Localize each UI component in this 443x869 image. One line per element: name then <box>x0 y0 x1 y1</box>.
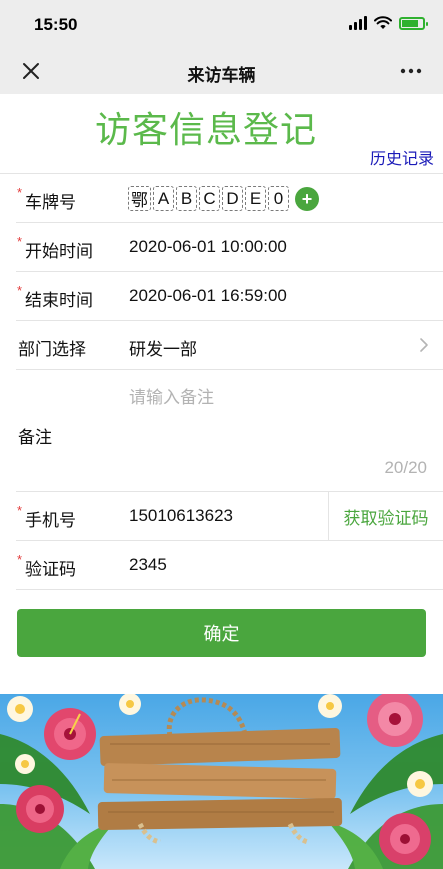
start-time-label-text: 开始时间 <box>25 242 93 261</box>
visitor-form: * 车牌号 鄂 A B C D E 0 + * 开始时间 2020-06-01 … <box>0 173 443 590</box>
nav-title: 来访车辆 <box>187 66 256 85</box>
phone-label: * 手机号 <box>17 503 76 531</box>
confirm-button[interactable]: 确定 <box>17 609 426 657</box>
end-time-value[interactable]: 2020-06-01 16:59:00 <box>129 286 287 306</box>
get-code-button[interactable]: 获取验证码 <box>328 492 443 540</box>
plate-row: * 车牌号 鄂 A B C D E 0 + <box>16 174 443 223</box>
department-label: 部门选择 <box>18 335 86 360</box>
plate-label-text: 车牌号 <box>25 193 76 212</box>
plate-char[interactable]: 0 <box>268 186 289 211</box>
required-mark: * <box>17 283 23 298</box>
code-row: * 验证码 2345 <box>16 541 443 590</box>
more-icon[interactable] <box>399 60 423 82</box>
nav-bar: 来访车辆 <box>0 48 443 94</box>
add-plate-char-button[interactable]: + <box>295 186 319 211</box>
phone-input[interactable]: 15010613623 <box>129 506 233 526</box>
start-time-label: * 开始时间 <box>17 234 93 262</box>
required-mark: * <box>17 234 23 249</box>
phone-row: * 手机号 15010613623 获取验证码 <box>16 492 443 541</box>
wifi-icon <box>374 16 392 29</box>
start-time-row[interactable]: * 开始时间 2020-06-01 10:00:00 <box>16 223 443 272</box>
remark-label: 备注 <box>18 428 52 447</box>
status-icons <box>349 16 428 30</box>
chevron-right-icon <box>420 338 428 352</box>
remark-input[interactable]: 请输入备注 <box>129 383 214 408</box>
plate-label: * 车牌号 <box>17 185 76 213</box>
department-row[interactable]: 部门选择 研发一部 <box>16 321 443 370</box>
required-mark: * <box>17 552 23 567</box>
decorative-banner <box>0 694 443 869</box>
end-time-row[interactable]: * 结束时间 2020-06-01 16:59:00 <box>16 272 443 321</box>
phone-label-text: 手机号 <box>25 511 76 530</box>
remark-counter: 20/20 <box>384 458 427 477</box>
end-time-label: * 结束时间 <box>17 283 93 311</box>
end-time-label-text: 结束时间 <box>25 291 93 310</box>
plate-char[interactable]: 鄂 <box>128 186 151 211</box>
plate-char[interactable]: D <box>222 186 243 211</box>
page-title: 访客信息登记 <box>94 109 317 150</box>
signal-icon <box>349 16 367 30</box>
code-input[interactable]: 2345 <box>129 555 167 575</box>
history-link[interactable]: 历史记录 <box>370 145 434 169</box>
remark-row: 备注 请输入备注 20/20 <box>16 370 443 492</box>
code-label: * 验证码 <box>17 552 76 580</box>
required-mark: * <box>17 503 23 518</box>
plate-char[interactable]: C <box>199 186 220 211</box>
department-label-text: 部门选择 <box>18 340 86 359</box>
status-time: 15:50 <box>34 15 78 34</box>
plate-input[interactable]: 鄂 A B C D E 0 + <box>128 186 319 211</box>
code-label-text: 验证码 <box>25 560 76 579</box>
tropical-sign-illustration <box>0 694 443 869</box>
plate-char[interactable]: B <box>176 186 197 211</box>
start-time-value[interactable]: 2020-06-01 10:00:00 <box>129 237 287 257</box>
plate-char[interactable]: E <box>245 186 266 211</box>
plate-char[interactable]: A <box>153 186 174 211</box>
battery-icon <box>399 16 428 30</box>
required-mark: * <box>17 185 23 200</box>
status-bar: 15:50 <box>0 0 443 48</box>
department-value[interactable]: 研发一部 <box>129 335 197 360</box>
